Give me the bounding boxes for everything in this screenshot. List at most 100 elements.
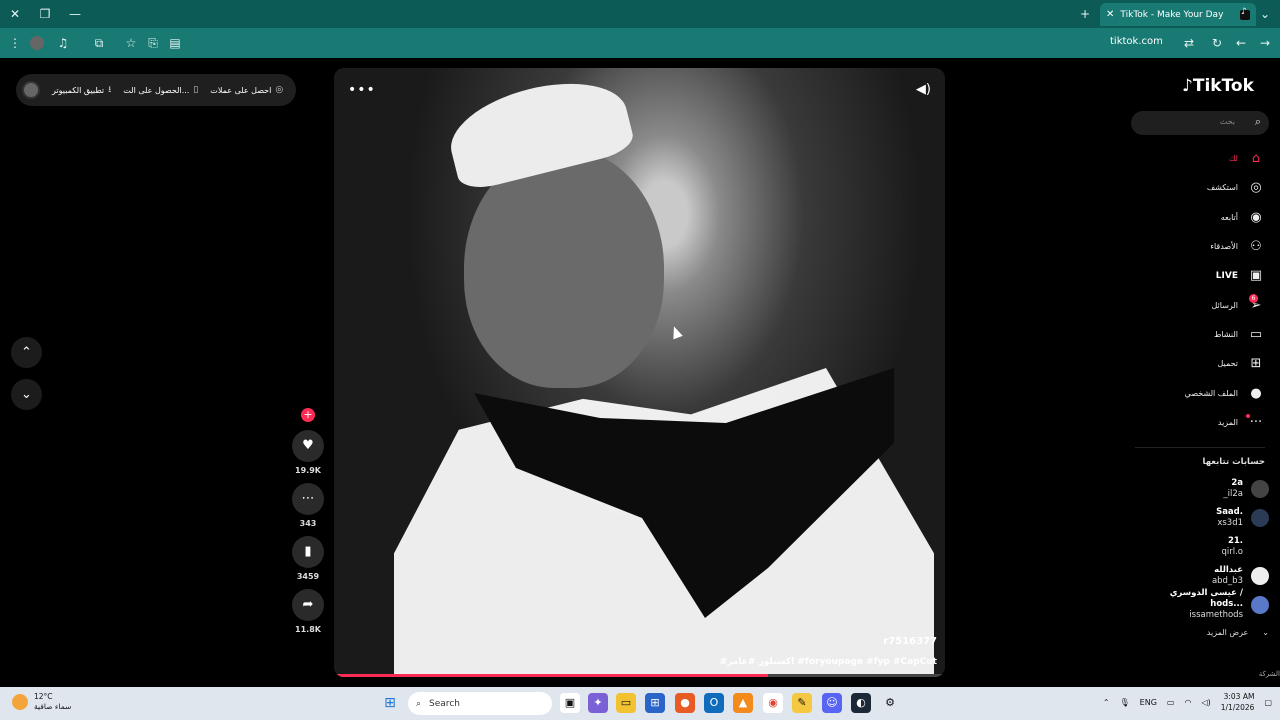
outlook-icon[interactable]: O: [704, 693, 724, 713]
like-button[interactable]: ♥: [292, 430, 324, 462]
following-icon: ◉: [1250, 209, 1262, 225]
pc-app-label: تطبيق الكمبيوتر: [52, 85, 105, 95]
save-button[interactable]: ▮: [292, 536, 324, 568]
store-icon[interactable]: ⊞: [645, 693, 665, 713]
sidebar-item-activity[interactable]: النشاط ▭: [1140, 320, 1268, 349]
weather-temp: 12°C: [34, 692, 53, 701]
show-more-button[interactable]: عرض المزيد ⌄: [1207, 628, 1269, 637]
avatar: [1251, 537, 1269, 556]
chevron-down-icon[interactable]: ⌄: [1256, 5, 1274, 23]
followed-account[interactable]: عيسى الدوسري / hods... issamethods: [1135, 588, 1269, 620]
sidebar-item-following[interactable]: أتابعه ◉: [1140, 203, 1268, 232]
sidebar-item-label: أتابعه: [1220, 212, 1238, 222]
weather-widget[interactable]: 12°C سماء صافية: [12, 692, 71, 712]
sidebar-item-explore[interactable]: استكشف ◎: [1140, 173, 1268, 202]
sidebar-item-for-you[interactable]: لك ⌂: [1140, 144, 1268, 173]
forward-icon[interactable]: →: [1256, 34, 1274, 52]
tiktok-note-icon: ♪: [1182, 76, 1193, 96]
language-indicator[interactable]: ENG: [1140, 698, 1157, 707]
notification-icon[interactable]: ▢: [1264, 698, 1272, 707]
tiktok-logo[interactable]: ♪TikTok: [1182, 76, 1254, 96]
comment-count: 343: [299, 519, 317, 528]
tiktok-page: تطبيق الكمبيوتر ⭳ الحصول على الت... ▯ اح…: [0, 58, 1280, 687]
clock[interactable]: 3:03 AM 1/1/2026: [1221, 691, 1255, 713]
company-link[interactable]: الشركة: [1259, 670, 1280, 678]
screenshot-icon[interactable]: ⎘: [144, 34, 162, 52]
chevron-up-icon[interactable]: ⌃: [1103, 698, 1110, 707]
search-input[interactable]: بحث ⌕: [1131, 111, 1269, 135]
display-icon[interactable]: ▭: [1167, 698, 1175, 707]
wifi-icon[interactable]: ◠: [1184, 698, 1191, 707]
previous-video-button[interactable]: ⌃: [11, 337, 42, 368]
more-options-icon[interactable]: •••: [348, 82, 376, 98]
settings-icon[interactable]: ⚙: [880, 693, 900, 713]
discord-icon[interactable]: ☺: [822, 693, 842, 713]
star-icon[interactable]: ☆: [122, 34, 140, 52]
next-video-button[interactable]: ⌄: [11, 379, 42, 410]
sidebar-item-label: تحميل: [1217, 359, 1239, 369]
sidebar-item-label: النشاط: [1213, 329, 1238, 339]
taskbar-search-label: Search: [429, 698, 460, 709]
volume-icon[interactable]: ◁): [1201, 698, 1210, 707]
app-icon[interactable]: ▲: [733, 693, 753, 713]
video-author[interactable]: r7516377: [883, 636, 937, 647]
new-tab-button[interactable]: +: [1076, 5, 1094, 23]
sound-icon[interactable]: ◀): [916, 82, 931, 97]
sidebar-item-profile[interactable]: الملف الشخصي ●: [1140, 378, 1268, 407]
save-count: 3459: [296, 572, 320, 581]
sidebar-item-label: الأصدقاء: [1210, 242, 1238, 252]
menu-icon[interactable]: ⋮: [6, 34, 24, 52]
sidebar-item-friends[interactable]: الأصدقاء ⚇: [1140, 232, 1268, 261]
followed-account[interactable]: 2a _il2a: [1135, 474, 1269, 503]
followed-account[interactable]: عبدالله abd_b3: [1135, 561, 1269, 590]
avatar: [1251, 595, 1269, 614]
site-settings-icon[interactable]: ⇄: [1180, 34, 1198, 52]
video-progress-bar[interactable]: [334, 674, 945, 677]
task-view-icon[interactable]: ▣: [560, 693, 580, 713]
tab-close-icon[interactable]: ✕: [1106, 9, 1114, 20]
sidebar-item-upload[interactable]: تحميل ⊞: [1140, 349, 1268, 378]
get-coins-label: احصل على عملات: [210, 85, 272, 95]
microphone-icon[interactable]: 🎙: [1120, 698, 1130, 707]
restore-window-icon[interactable]: ❐: [36, 5, 54, 23]
avatar[interactable]: [22, 81, 40, 99]
avatar: [1251, 479, 1269, 498]
notes-icon[interactable]: ✎: [792, 693, 812, 713]
video-caption[interactable]: #اكسبلور #عامر #foryoupage #fyp #CapCut: [720, 657, 937, 667]
sidebar-item-label: استكشف: [1206, 183, 1238, 193]
search-icon[interactable]: ⌕: [1255, 115, 1261, 129]
comment-button[interactable]: ⋯: [292, 483, 324, 515]
tab-tiktok[interactable]: ✕ TikTok - Make Your Day: [1100, 3, 1256, 26]
follow-button[interactable]: +: [301, 408, 315, 422]
share-button[interactable]: ➦: [292, 589, 324, 621]
taskbar-search[interactable]: ⌕ Search: [408, 692, 552, 715]
sidebar-item-live[interactable]: LIVE ▣: [1140, 261, 1268, 290]
profile-icon[interactable]: [30, 36, 44, 50]
pc-app-button[interactable]: تطبيق الكمبيوتر ⭳: [52, 82, 111, 98]
chrome-icon[interactable]: ◉: [763, 693, 783, 713]
logo-text: TikTok: [1192, 76, 1254, 96]
video-player[interactable]: ••• ◀) r7516377 #اكسبلور #عامر #foryoupa…: [334, 68, 945, 677]
back-icon[interactable]: ←: [1232, 34, 1250, 52]
file-explorer-icon[interactable]: ▭: [616, 693, 636, 713]
followed-account[interactable]: Saad. xs3d1: [1135, 503, 1269, 532]
copilot-icon[interactable]: ✦: [588, 693, 608, 713]
windows-start-icon[interactable]: ⊞: [380, 693, 400, 713]
minimize-window-icon[interactable]: —: [66, 5, 84, 23]
sidebar-item-label: لك: [1228, 154, 1238, 164]
reload-icon[interactable]: ↻: [1208, 34, 1226, 52]
url-text[interactable]: tiktok.com: [1110, 36, 1163, 47]
firefox-icon[interactable]: ●: [675, 693, 695, 713]
sidebar-item-more[interactable]: المزيد ···: [1140, 408, 1268, 437]
extensions-icon[interactable]: ⧉: [90, 34, 108, 52]
steam-icon[interactable]: ◐: [851, 693, 871, 713]
split-icon[interactable]: ▤: [166, 34, 184, 52]
sidebar-item-messages[interactable]: الرسائل ➢ 6: [1140, 290, 1268, 319]
media-icon[interactable]: ♫: [54, 34, 72, 52]
followed-account[interactable]: 21. qirl.o: [1135, 532, 1269, 561]
close-window-icon[interactable]: ✕: [6, 5, 24, 23]
download-icon: ⭳: [108, 85, 112, 95]
chevron-down-icon: ⌄: [1262, 628, 1269, 637]
get-app-button[interactable]: الحصول على الت... ▯: [123, 85, 198, 95]
get-coins-button[interactable]: احصل على عملات ◎: [210, 85, 283, 95]
